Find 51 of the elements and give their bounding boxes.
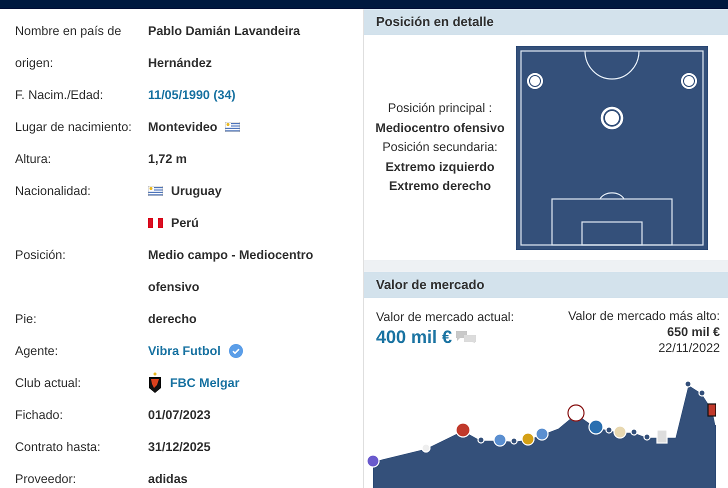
field-value: 01/07/2023 [148, 407, 211, 424]
club-crest-icon[interactable] [707, 403, 716, 417]
field-label: Nacionalidad: [15, 183, 92, 200]
comments-icon [456, 330, 476, 343]
position-name: Extremo derecho [388, 178, 492, 196]
data-point[interactable] [605, 426, 613, 434]
field-value: derecho [148, 311, 197, 328]
field-label: Altura: [15, 151, 52, 168]
field-value: Montevideo [148, 119, 218, 136]
field-value: Pablo Damián Lavandeira Hernández [148, 23, 302, 72]
club-crest-icon[interactable] [567, 404, 585, 422]
club-crest-icon [148, 372, 162, 394]
value-link[interactable]: Vibra Futbol [148, 335, 221, 367]
data-point[interactable] [643, 433, 651, 441]
highest-value-date: 22/11/2022 [657, 340, 720, 356]
data-point[interactable] [477, 436, 485, 444]
field-label: Posición: [15, 247, 67, 264]
field-label: Agente: [15, 343, 60, 360]
field-label: Lugar de nacimiento: [15, 119, 133, 136]
current-value-label: Valor de mercado actual: [376, 309, 514, 326]
field-value: Perú [171, 215, 199, 232]
field-label: Club actual: [15, 375, 82, 392]
current-value: 400 mil € [376, 326, 452, 347]
field-label: Proveedor: [15, 471, 78, 488]
value-link[interactable]: FBC Melgar [170, 367, 240, 399]
field-label: Nombre en país de origen: [15, 23, 122, 72]
data-point[interactable] [510, 437, 518, 445]
field-value: adidas [148, 471, 188, 488]
verified-icon [228, 344, 243, 358]
highest-value-label: Valor de mercado más alto: [568, 308, 720, 324]
uruguay-flag-icon [148, 186, 163, 196]
highest-value: 650 mil € [666, 324, 720, 340]
data-point[interactable] [630, 428, 638, 436]
field-label: Fichado: [15, 407, 64, 424]
uruguay-flag-icon [225, 122, 240, 132]
peru-flag-icon [148, 218, 163, 228]
field-label: Pie: [15, 311, 38, 328]
position-label: Posición principal : [386, 100, 494, 118]
value-link[interactable]: 11/05/1990 (34) [148, 79, 236, 111]
field-value: 31/12/2025 [148, 439, 211, 456]
panel-title: Valor de mercado [364, 272, 728, 298]
field-value: Uruguay [171, 183, 222, 200]
position-name: Mediocentro ofensivo [374, 120, 506, 137]
panel-title: Posición en detalle [364, 9, 728, 35]
field-label: F. Nacim./Edad: [15, 87, 104, 104]
data-point[interactable] [684, 380, 692, 388]
field-label: Contrato hasta: [15, 439, 102, 456]
data-point[interactable] [698, 389, 706, 397]
position-label: Posición secundaria: [381, 139, 499, 156]
position-name: Extremo izquierdo [384, 158, 496, 176]
field-value: 1,72 m [148, 151, 187, 168]
